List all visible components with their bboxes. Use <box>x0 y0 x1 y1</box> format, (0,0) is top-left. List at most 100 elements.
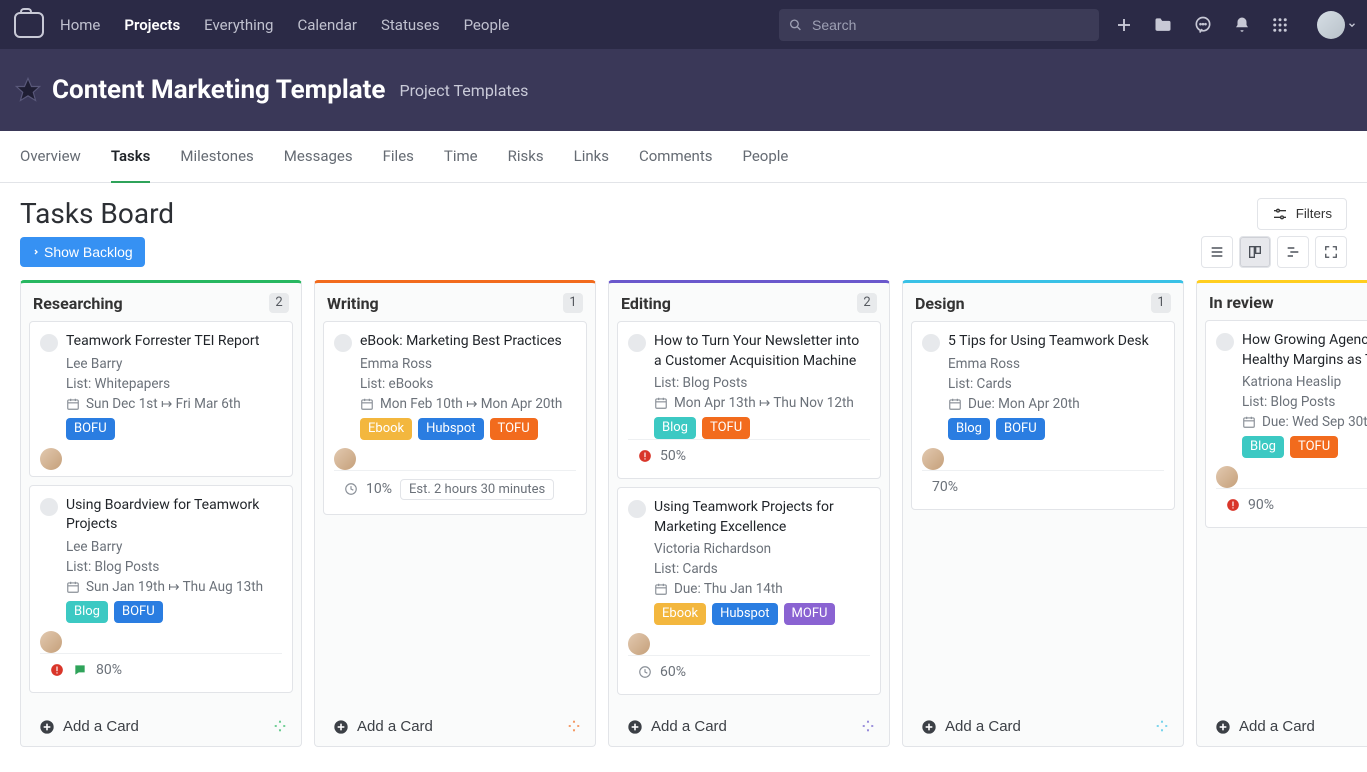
show-backlog-button[interactable]: Show Backlog <box>20 237 145 267</box>
apps-grid-icon[interactable] <box>1271 16 1289 34</box>
assignee-avatar[interactable] <box>334 448 356 470</box>
top-navigation: Home Projects Everything Calendar Statuses Pe… <box>0 0 1367 49</box>
task-card[interactable]: How Growing Agencies Maintain Healthy Ma… <box>1205 320 1367 528</box>
column-body[interactable]: 5 Tips for Using Teamwork DeskEmma RossL… <box>903 321 1183 707</box>
tag[interactable]: Hubspot <box>418 418 483 440</box>
star-icon[interactable] <box>14 76 42 104</box>
tag[interactable]: BOFU <box>66 418 115 440</box>
tab-messages[interactable]: Messages <box>284 131 353 182</box>
tab-comments[interactable]: Comments <box>639 131 713 182</box>
task-card[interactable]: How to Turn Your Newsletter into a Custo… <box>617 321 881 479</box>
card-progress: 80% <box>96 662 122 678</box>
task-card[interactable]: 5 Tips for Using Teamwork DeskEmma RossL… <box>911 321 1175 510</box>
app-logo[interactable] <box>14 12 44 38</box>
board-scroll-area[interactable]: Researching2Teamwork Forrester TEI Repor… <box>0 280 1367 761</box>
calendar-icon <box>1242 415 1256 429</box>
global-search[interactable] <box>779 9 1099 41</box>
complete-toggle[interactable] <box>628 334 646 352</box>
add-card-button[interactable]: Add a Card <box>1209 717 1321 736</box>
drag-handle-icon[interactable] <box>273 719 287 733</box>
assignee-avatar[interactable] <box>40 631 62 653</box>
search-input[interactable] <box>810 16 1089 34</box>
plus-icon[interactable] <box>1115 16 1133 34</box>
assignee-avatar[interactable] <box>1216 466 1238 488</box>
tag[interactable]: Blog <box>654 417 696 439</box>
tab-tasks[interactable]: Tasks <box>111 131 151 183</box>
calendar-icon <box>654 396 668 410</box>
chat-icon[interactable] <box>1193 15 1213 35</box>
tag[interactable]: Blog <box>1242 436 1284 458</box>
tag[interactable]: Blog <box>66 601 108 623</box>
column-title: Design <box>915 294 965 313</box>
complete-toggle[interactable] <box>40 498 58 516</box>
complete-toggle[interactable] <box>628 500 646 518</box>
view-switcher <box>1201 236 1347 268</box>
bell-icon[interactable] <box>1233 16 1251 34</box>
task-card[interactable]: Using Teamwork Projects for Marketing Ex… <box>617 487 881 695</box>
calendar-icon <box>654 582 668 596</box>
tab-files[interactable]: Files <box>383 131 414 182</box>
assignee-avatar[interactable] <box>40 448 62 470</box>
column-title: Editing <box>621 294 671 313</box>
nav-link-statuses[interactable]: Statuses <box>381 16 440 34</box>
card-list: List: Blog Posts <box>66 559 282 575</box>
sliders-icon <box>1272 206 1288 222</box>
tab-milestones[interactable]: Milestones <box>180 131 253 182</box>
tag[interactable]: Ebook <box>360 418 412 440</box>
tab-risks[interactable]: Risks <box>508 131 544 182</box>
board-view-button[interactable] <box>1239 236 1271 268</box>
column-writing: Writing1eBook: Marketing Best PracticesE… <box>314 280 596 747</box>
drag-handle-icon[interactable] <box>1155 719 1169 733</box>
tag[interactable]: TOFU <box>490 418 538 440</box>
tag[interactable]: TOFU <box>702 417 750 439</box>
fullscreen-button[interactable] <box>1315 236 1347 268</box>
nav-link-people[interactable]: People <box>464 16 510 34</box>
nav-link-calendar[interactable]: Calendar <box>297 16 357 34</box>
nav-link-everything[interactable]: Everything <box>204 16 273 34</box>
tag[interactable]: TOFU <box>1290 436 1338 458</box>
assignee-avatar[interactable] <box>922 448 944 470</box>
card-assignee: Emma Ross <box>948 356 1164 372</box>
tab-time[interactable]: Time <box>444 131 478 182</box>
gantt-view-button[interactable] <box>1277 236 1309 268</box>
tag[interactable]: MOFU <box>784 603 836 625</box>
task-card[interactable]: Using Boardview for Teamwork ProjectsLee… <box>29 485 293 693</box>
complete-toggle[interactable] <box>334 334 352 352</box>
complete-toggle[interactable] <box>1216 333 1234 351</box>
filters-button[interactable]: Filters <box>1257 198 1347 230</box>
card-list: List: Cards <box>948 376 1164 392</box>
project-subtitle[interactable]: Project Templates <box>399 81 528 100</box>
nav-link-home[interactable]: Home <box>60 16 100 34</box>
column-body[interactable]: How to Turn Your Newsletter into a Custo… <box>609 321 889 707</box>
tag[interactable]: Ebook <box>654 603 706 625</box>
column-title: Researching <box>33 294 123 313</box>
list-view-button[interactable] <box>1201 236 1233 268</box>
drag-handle-icon[interactable] <box>567 719 581 733</box>
nav-link-projects[interactable]: Projects <box>124 16 180 34</box>
tag[interactable]: Hubspot <box>712 603 777 625</box>
complete-toggle[interactable] <box>922 334 940 352</box>
add-card-button[interactable]: Add a Card <box>327 717 439 736</box>
column-body[interactable]: eBook: Marketing Best PracticesEmma Ross… <box>315 321 595 707</box>
add-card-button[interactable]: Add a Card <box>621 717 733 736</box>
tag[interactable]: BOFU <box>996 418 1045 440</box>
complete-toggle[interactable] <box>40 334 58 352</box>
user-menu[interactable] <box>1309 11 1357 39</box>
card-list: List: Cards <box>654 561 870 577</box>
add-card-button[interactable]: Add a Card <box>33 717 145 736</box>
tag[interactable]: BOFU <box>114 601 163 623</box>
drag-handle-icon[interactable] <box>861 719 875 733</box>
task-card[interactable]: Teamwork Forrester TEI ReportLee BarryLi… <box>29 321 293 477</box>
task-card[interactable]: eBook: Marketing Best PracticesEmma Ross… <box>323 321 587 515</box>
tab-overview[interactable]: Overview <box>20 131 81 182</box>
show-backlog-label: Show Backlog <box>44 244 133 260</box>
column-body[interactable]: How Growing Agencies Maintain Healthy Ma… <box>1197 320 1367 707</box>
add-card-button[interactable]: Add a Card <box>915 717 1027 736</box>
folder-icon[interactable] <box>1153 15 1173 35</box>
column-body[interactable]: Teamwork Forrester TEI ReportLee BarryLi… <box>21 321 301 707</box>
tab-links[interactable]: Links <box>574 131 609 182</box>
card-tags: Ebook Hubspot MOFU <box>654 603 870 625</box>
tag[interactable]: Blog <box>948 418 990 440</box>
tab-people[interactable]: People <box>742 131 788 182</box>
assignee-avatar[interactable] <box>628 633 650 655</box>
